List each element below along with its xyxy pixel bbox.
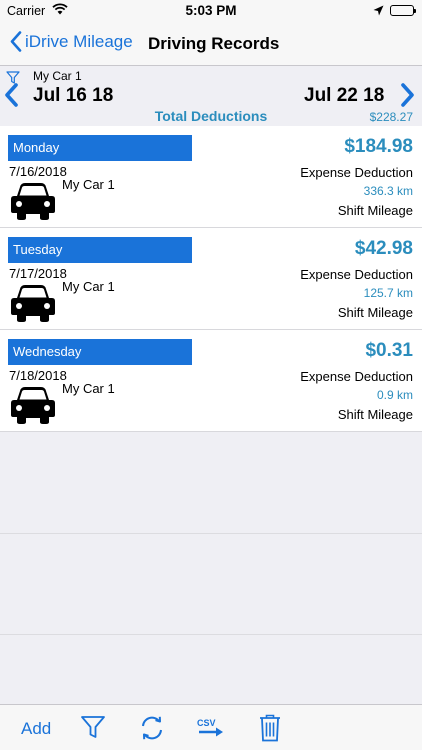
list-item[interactable]: Tuesday $42.98 7/17/2018 My Car 1 Expens… — [0, 228, 422, 330]
record-car: My Car 1 — [62, 279, 115, 294]
filter-icon — [81, 716, 105, 738]
chevron-left-icon — [5, 83, 18, 107]
mileage-type: Shift Mileage — [337, 407, 413, 422]
distance-value: 336.3 km — [363, 184, 413, 198]
total-deductions-value: $228.27 — [369, 110, 413, 124]
deduction-amount: $184.98 — [344, 136, 413, 157]
battery-icon — [390, 5, 416, 16]
sync-button[interactable] — [138, 714, 166, 747]
trash-icon — [260, 714, 280, 742]
back-button-label: iDrive Mileage — [25, 31, 133, 51]
csv-export-icon: CSV — [197, 718, 223, 737]
distance-value: 0.9 km — [376, 388, 413, 402]
deduction-amount: $42.98 — [354, 238, 413, 259]
distance-value: 125.7 km — [363, 286, 413, 300]
add-button[interactable]: Add — [21, 719, 51, 739]
chevron-right-icon — [401, 83, 414, 107]
selected-car-label: My Car 1 — [33, 69, 82, 83]
end-date: Jul 22 18 — [304, 85, 385, 106]
list-item[interactable]: Wednesday $0.31 7/18/2018 My Car 1 Expen… — [0, 330, 422, 432]
week-header: My Car 1 Jul 16 18 Jul 22 18 Total Deduc… — [0, 66, 422, 126]
export-csv-button[interactable]: CSV — [196, 717, 226, 744]
status-bar: Carrier 5:03 PM — [0, 0, 422, 22]
divider — [0, 533, 422, 534]
record-date: 7/16/2018 — [9, 164, 67, 179]
expense-label: Expense Deduction — [300, 369, 413, 384]
day-label: Monday — [8, 135, 192, 161]
record-car: My Car 1 — [62, 381, 115, 396]
location-icon — [373, 4, 384, 19]
start-date: Jul 16 18 — [33, 85, 114, 106]
mileage-type: Shift Mileage — [337, 203, 413, 218]
bottom-toolbar: Add CSV — [0, 704, 422, 750]
back-button[interactable]: iDrive Mileage — [10, 31, 133, 52]
clock: 5:03 PM — [185, 3, 237, 18]
delete-button[interactable] — [259, 714, 281, 747]
expense-label: Expense Deduction — [300, 165, 413, 180]
refresh-icon — [142, 716, 162, 740]
chevron-left-icon — [10, 31, 22, 52]
csv-label: CSV — [197, 718, 216, 728]
day-label: Wednesday — [8, 339, 192, 365]
record-date: 7/17/2018 — [9, 266, 67, 281]
record-car: My Car 1 — [62, 177, 115, 192]
car-icon — [9, 385, 57, 430]
divider — [0, 634, 422, 635]
navigation-bar: iDrive Mileage Driving Records — [0, 22, 422, 66]
records-list: Monday $184.98 7/16/2018 My Car 1 Expens… — [0, 126, 422, 432]
car-icon — [9, 283, 57, 328]
mileage-type: Shift Mileage — [337, 305, 413, 320]
total-deductions-label: Total Deductions — [154, 108, 268, 124]
page-title: Driving Records — [148, 34, 280, 53]
car-icon — [9, 181, 57, 226]
deduction-amount: $0.31 — [365, 340, 413, 361]
day-label: Tuesday — [8, 237, 192, 263]
filter-button[interactable] — [80, 715, 106, 745]
list-item[interactable]: Monday $184.98 7/16/2018 My Car 1 Expens… — [0, 126, 422, 228]
expense-label: Expense Deduction — [300, 267, 413, 282]
record-date: 7/18/2018 — [9, 368, 67, 383]
